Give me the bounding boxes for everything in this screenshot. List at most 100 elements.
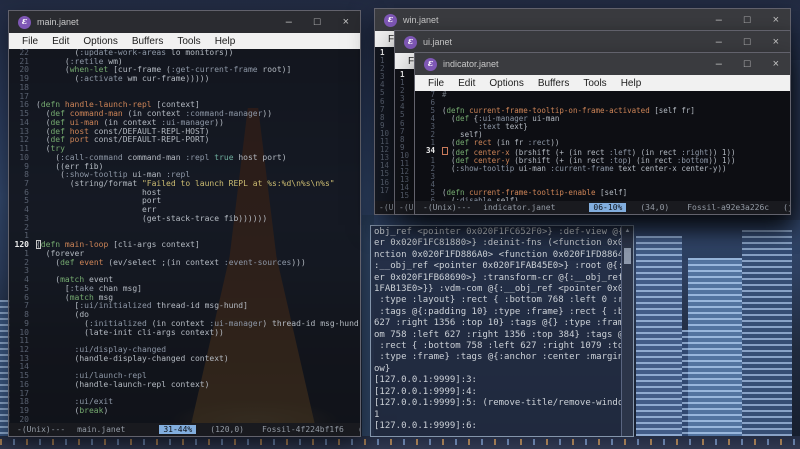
code-line[interactable]: 16 (handle-launch-repl context) bbox=[9, 380, 360, 390]
scroll-up-icon[interactable]: ▲ bbox=[622, 226, 633, 237]
titlebar[interactable]: ε win.janet – □ × bbox=[375, 9, 790, 31]
repl-output-line: :tags @{:padding 10} :type :frame} :rect… bbox=[379, 306, 621, 317]
maximize-icon[interactable]: □ bbox=[314, 16, 321, 28]
menu-item-edit[interactable]: Edit bbox=[451, 77, 482, 90]
window-title: ui.janet bbox=[423, 37, 453, 47]
code-line[interactable]: 6 (:disable self) bbox=[415, 196, 790, 202]
editor-buffer[interactable]: 22 (:update-work-areas lo monitors)) 21 (… bbox=[9, 49, 360, 423]
wallpaper-building bbox=[742, 230, 792, 440]
code-line[interactable]: 10 (late-init cli-args context)) bbox=[9, 327, 360, 338]
minimize-icon[interactable]: – bbox=[716, 58, 722, 70]
menu-item-tools[interactable]: Tools bbox=[576, 77, 613, 90]
code-line[interactable]: 19 (:activate wm cur-frame))))) bbox=[9, 74, 360, 84]
window-title: indicator.janet bbox=[443, 59, 499, 69]
repl-output-line: [127.0.0.1:9999]:4: bbox=[374, 386, 477, 397]
code-line[interactable]: 2 bbox=[9, 222, 360, 233]
modeline: -(Unix)--- main.janet 31-44% (120,0) Fos… bbox=[9, 423, 360, 436]
code-line[interactable]: 18 bbox=[9, 83, 360, 93]
code-text: (:show-tooltip ui-man :current-frame tex… bbox=[442, 164, 727, 173]
code-line[interactable]: 13 (handle-display-changed context) bbox=[9, 353, 360, 364]
close-icon[interactable]: × bbox=[773, 36, 779, 48]
line-number: 6 bbox=[430, 196, 435, 202]
repl-output-line: nction 0x020F1FD886A0> <function 0x020F1… bbox=[374, 249, 621, 260]
code-line[interactable]: 20 bbox=[9, 415, 360, 423]
repl-output-line: obj_ref <pointer 0x020F1FC652F0>} :def-v… bbox=[374, 227, 621, 237]
line-number: 3 bbox=[430, 122, 435, 131]
code-line[interactable]: 7 # bbox=[415, 91, 790, 99]
code-line[interactable]: 3 bbox=[415, 173, 790, 181]
minimize-icon[interactable]: – bbox=[716, 14, 722, 26]
line-number: 6 bbox=[430, 98, 435, 107]
line-number: 120 bbox=[14, 240, 29, 250]
line-number: 2 bbox=[430, 164, 435, 173]
scrollbar-thumb[interactable] bbox=[624, 248, 631, 264]
titlebar[interactable]: ε indicator.janet – □ × bbox=[415, 53, 790, 75]
titlebar[interactable]: ε main.janet – □ × bbox=[9, 11, 360, 33]
line-number: 2 bbox=[24, 222, 29, 232]
modeline-vcs-rev: Fossil-a92e3a226c bbox=[687, 203, 770, 212]
menu-bar: FileEditOptionsBuffersToolsHelp bbox=[9, 33, 360, 49]
modeline-scroll-percent: 31-44% bbox=[159, 425, 197, 434]
editor-buffer[interactable]: 7 #6 5 (defn current-frame-tooltip-on-fram… bbox=[415, 91, 790, 201]
code-text: (:activate wm cur-frame))))) bbox=[36, 74, 210, 84]
maximize-icon[interactable]: □ bbox=[744, 36, 751, 48]
repl-output-line: 1FAB13E0>}} :vdm-com @{:__obj_ref <point… bbox=[374, 284, 621, 295]
modeline-prefix: -(Unix)--- bbox=[423, 203, 472, 212]
menu-item-file[interactable]: File bbox=[421, 77, 451, 90]
window-title: win.janet bbox=[403, 15, 439, 25]
emacs-icon: ε bbox=[18, 15, 31, 29]
code-line[interactable]: 3 (get-stack-trace fib)))))) bbox=[9, 214, 360, 224]
modeline-prefix: -(Unix)--- bbox=[17, 425, 66, 434]
wallpaper-building bbox=[636, 236, 682, 440]
window-title: main.janet bbox=[37, 17, 79, 27]
menu-item-edit[interactable]: Edit bbox=[45, 35, 76, 48]
close-icon[interactable]: × bbox=[773, 58, 779, 70]
line-number: 5 bbox=[430, 188, 435, 197]
repl-output-line: [127.0.0.1:9999]:3: bbox=[374, 375, 477, 386]
menu-bar: FileEditOptionsBuffersToolsHelp bbox=[415, 75, 790, 91]
line-number: 1 bbox=[24, 248, 29, 258]
line-number: 6 bbox=[24, 292, 29, 302]
line-number: 2 bbox=[430, 130, 435, 139]
code-line[interactable]: 1 (def rect (in fr :rect)) bbox=[415, 139, 790, 147]
repl-prompt-line[interactable]: [127.0.0.1:9999]:6: bbox=[374, 421, 621, 432]
close-icon[interactable]: × bbox=[773, 14, 779, 26]
maximize-icon[interactable]: □ bbox=[744, 14, 751, 26]
line-number: 8 bbox=[24, 310, 29, 320]
modeline-vcs-rev: Fossil-4f224bf1f6 bbox=[261, 425, 344, 434]
menu-item-options[interactable]: Options bbox=[76, 35, 124, 48]
repl-output-line: :__obj_ref <pointer 0x020F1FAB45E0>} :ro… bbox=[374, 261, 621, 272]
repl-output-line: er 0x020F1FB68690>} :transform-cr @{:__o… bbox=[374, 272, 621, 283]
line-number: 4 bbox=[430, 180, 435, 189]
menu-item-help[interactable]: Help bbox=[614, 77, 649, 90]
menu-item-buffers[interactable]: Buffers bbox=[125, 35, 171, 48]
line-number: 5 bbox=[24, 283, 29, 293]
code-line[interactable]: 2 (def event (ev/select ;(in context :ev… bbox=[9, 258, 360, 268]
close-icon[interactable]: × bbox=[343, 16, 349, 28]
code-text: (handle-display-changed context) bbox=[36, 353, 229, 363]
menu-item-help[interactable]: Help bbox=[208, 35, 243, 48]
repl-output-line: :rect { :bottom 758 :left 627 :right 107… bbox=[379, 341, 621, 352]
menu-item-options[interactable]: Options bbox=[482, 77, 530, 90]
repl-output-line: ow} bbox=[374, 363, 391, 374]
repl-text-area[interactable]: obj_ref <pointer 0x020F1FC652F0>} :def-v… bbox=[374, 227, 621, 435]
menu-item-buffers[interactable]: Buffers bbox=[531, 77, 577, 90]
modeline: -(Unix)--- indicator.janet 06-10% (34,0)… bbox=[415, 201, 790, 214]
menu-item-file[interactable]: File bbox=[15, 35, 45, 48]
code-text: (late-init cli-args context)) bbox=[36, 327, 224, 337]
repl-output-line: om 758 :left 627 :right 1356 :top 384} :… bbox=[374, 329, 621, 340]
titlebar[interactable]: ε ui.janet – □ × bbox=[395, 31, 790, 53]
code-line[interactable]: 19 (break) bbox=[9, 406, 360, 416]
line-number: 6 bbox=[24, 187, 29, 197]
menu-item-tools[interactable]: Tools bbox=[170, 35, 207, 48]
scrollbar[interactable]: ▲ bbox=[621, 226, 633, 436]
maximize-icon[interactable]: □ bbox=[744, 58, 751, 70]
line-number: 10 bbox=[19, 152, 29, 162]
repl-output-line: er 0x020F1FC81880>} :deinit-fns (<functi… bbox=[374, 238, 621, 249]
code-line[interactable]: 2 (:show-tooltip ui-man :current-frame t… bbox=[415, 165, 790, 173]
line-number: 5 bbox=[430, 106, 435, 115]
minimize-icon[interactable]: – bbox=[286, 16, 292, 28]
repl-output-line: [127.0.0.1:9999]:5: (remove-title/remove… bbox=[374, 398, 621, 409]
minimize-icon[interactable]: – bbox=[716, 36, 722, 48]
line-number: 7 bbox=[24, 301, 29, 311]
